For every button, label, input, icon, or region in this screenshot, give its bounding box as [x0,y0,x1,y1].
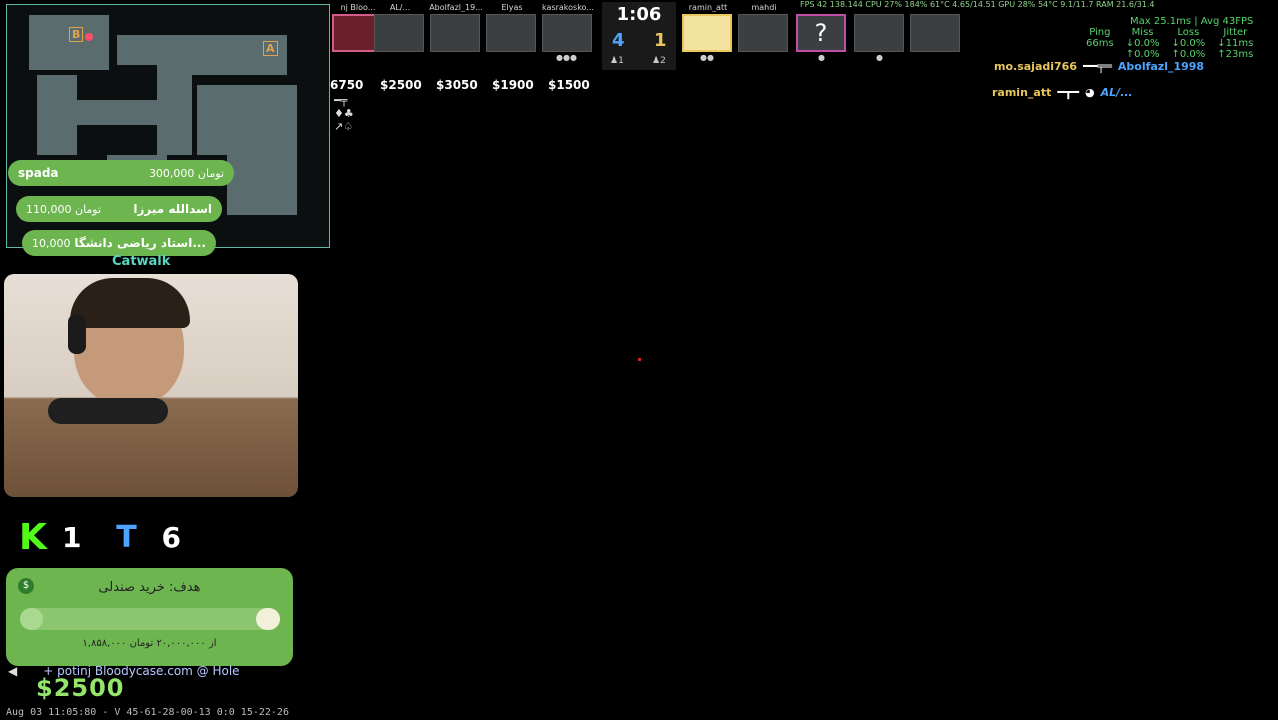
player-name: ramin_att [688,3,728,12]
donor-name: اسدالله میرزا [133,202,212,216]
player-money: $3050 [436,78,478,92]
round-score: 1:06 4 1 ♟1 ♟2 [602,2,676,70]
player-name: mahdi [751,3,777,12]
jitter-value-2: ↑23ms [1217,49,1254,60]
left-team-panel: nj Bloo... 6750 AL/... $2500 Abolfazl_19… [330,0,600,100]
equipment-dots: ●●● [556,53,577,62]
grenade-icon: ♦♣ [334,107,354,120]
unknown-player-avatar: ? [796,14,846,52]
donation-amount: 10,000 [32,236,71,250]
score-ct: 4 [612,30,625,51]
player-avatar [854,14,904,52]
jitter-value: ↓11ms [1217,38,1254,49]
player-marker [85,33,93,41]
map-location-label: Catwalk [112,254,171,269]
donation-item: اسدالله میرزا 110,000 تومان [16,196,222,222]
player-avatar [486,14,536,52]
network-stats: Max 25.1ms | Avg 43FPS Ping Miss Loss Ji… [1080,16,1259,60]
column-header: Ping [1089,27,1111,38]
equipment-icons: ━╤ ♦♣ ↗♤ [334,94,354,133]
site-a-label: A [263,41,278,56]
donor-name: استاد ریاضی دانشگا... [74,236,206,250]
equipment-dots: ●● [700,53,714,62]
demo-timestamp: Aug 03 11:05:80 - V 45-61-28-00-13 0:0 1… [6,707,289,718]
column-header: Jitter [1223,27,1248,38]
performance-overlay: FPS 42 138.144 CPU 27% 184% 61°C 4.65/14… [800,0,1155,9]
twitch-logo-icon: T [116,519,137,555]
speaker-icon: ◀ [8,664,18,678]
player-money: $2500 [380,78,422,92]
goal-progress-fill [20,608,44,630]
player-money: $1500 [548,78,590,92]
alive-t: ♟2 [652,56,666,66]
killfeed-entry: ramin_att ━┳━ ◕ AL/... [992,84,1133,100]
crosshair-icon [638,358,641,361]
goal-progress-text: ۱,۸۵۸,۰۰۰ از ۲۰,۰۰۰,۰۰۰ تومان [82,638,217,649]
kick-logo-icon: K [14,517,52,558]
equipment-dots: ● [818,53,825,62]
killfeed-entry: mo.sajadi766 ━━╤═ Abolfazl_1998 [994,58,1204,74]
donation-item: استاد ریاضی دانشگا... 10,000 [22,230,216,256]
alive-ct: ♟1 [610,56,624,66]
victim-name: AL/... [1100,85,1133,99]
player-money: 6750 [330,78,364,92]
goal-progress-track [20,608,280,630]
kills-count: 1 [62,520,82,554]
player-avatar [682,14,732,52]
equipment-dots: ● [876,53,883,62]
goal-title: هدف: خرید صندلی [98,580,201,595]
round-timer: 1:06 [616,4,662,25]
headphones-icon [68,314,86,354]
donor-name: spada [18,166,59,180]
player-money: $1900 [492,78,534,92]
player-avatar [374,14,424,52]
webcam-feed [4,274,298,497]
headshot-icon: ◕ [1085,85,1095,99]
donation-amount: 110,000 تومان [26,202,102,216]
loss-value: ↓0.0% [1171,38,1206,49]
miss-value: ↓0.0% [1125,38,1160,49]
knife-icon: ↗♤ [334,120,354,133]
player-name: Abolfazl_19... [429,3,483,12]
ping-value: 66ms [1086,38,1114,49]
site-b-label: B [69,27,84,42]
right-team-panel: ramin_att ●● mahdi ? ● ● [680,0,970,70]
player-money: $2500 [36,674,125,702]
streamer-hair [70,278,190,328]
sniper-rifle-icon: ━━╤═ [1082,59,1112,73]
rifle-icon: ━╤ [334,94,348,107]
fps-summary: Max 25.1ms | Avg 43FPS [1129,16,1254,27]
column-header: Miss [1131,27,1154,38]
player-name: Elyas [501,3,523,12]
score-t: 1 [654,30,667,51]
network-stats-table: Ping Miss Loss Jitter 66ms ↓0.0% ↓0.0% ↓… [1080,27,1259,60]
column-header: Loss [1177,27,1200,38]
microphone-icon [48,398,168,424]
rifle-icon: ━┳━ [1057,85,1080,99]
killer-name: ramin_att [992,85,1052,99]
donation-item: spada 300,000 تومان [8,160,234,186]
player-avatar [430,14,480,52]
goal-progress-knob [256,608,280,630]
victim-name: Abolfazl_1998 [1117,59,1205,73]
deaths-count: 6 [161,520,181,554]
player-avatar [542,14,592,52]
player-avatar [738,14,788,52]
killer-name: mo.sajadi766 [994,59,1077,73]
player-name: AL/... [389,3,411,12]
donation-goal: $ هدف: خرید صندلی ۱,۸۵۸,۰۰۰ از ۲۰,۰۰۰,۰۰… [6,568,293,666]
player-avatar [910,14,960,52]
kill-stats: K 1 T 6 [14,514,181,560]
player-name: kasrakosko... [542,3,594,12]
donation-amount: 300,000 تومان [148,166,224,180]
